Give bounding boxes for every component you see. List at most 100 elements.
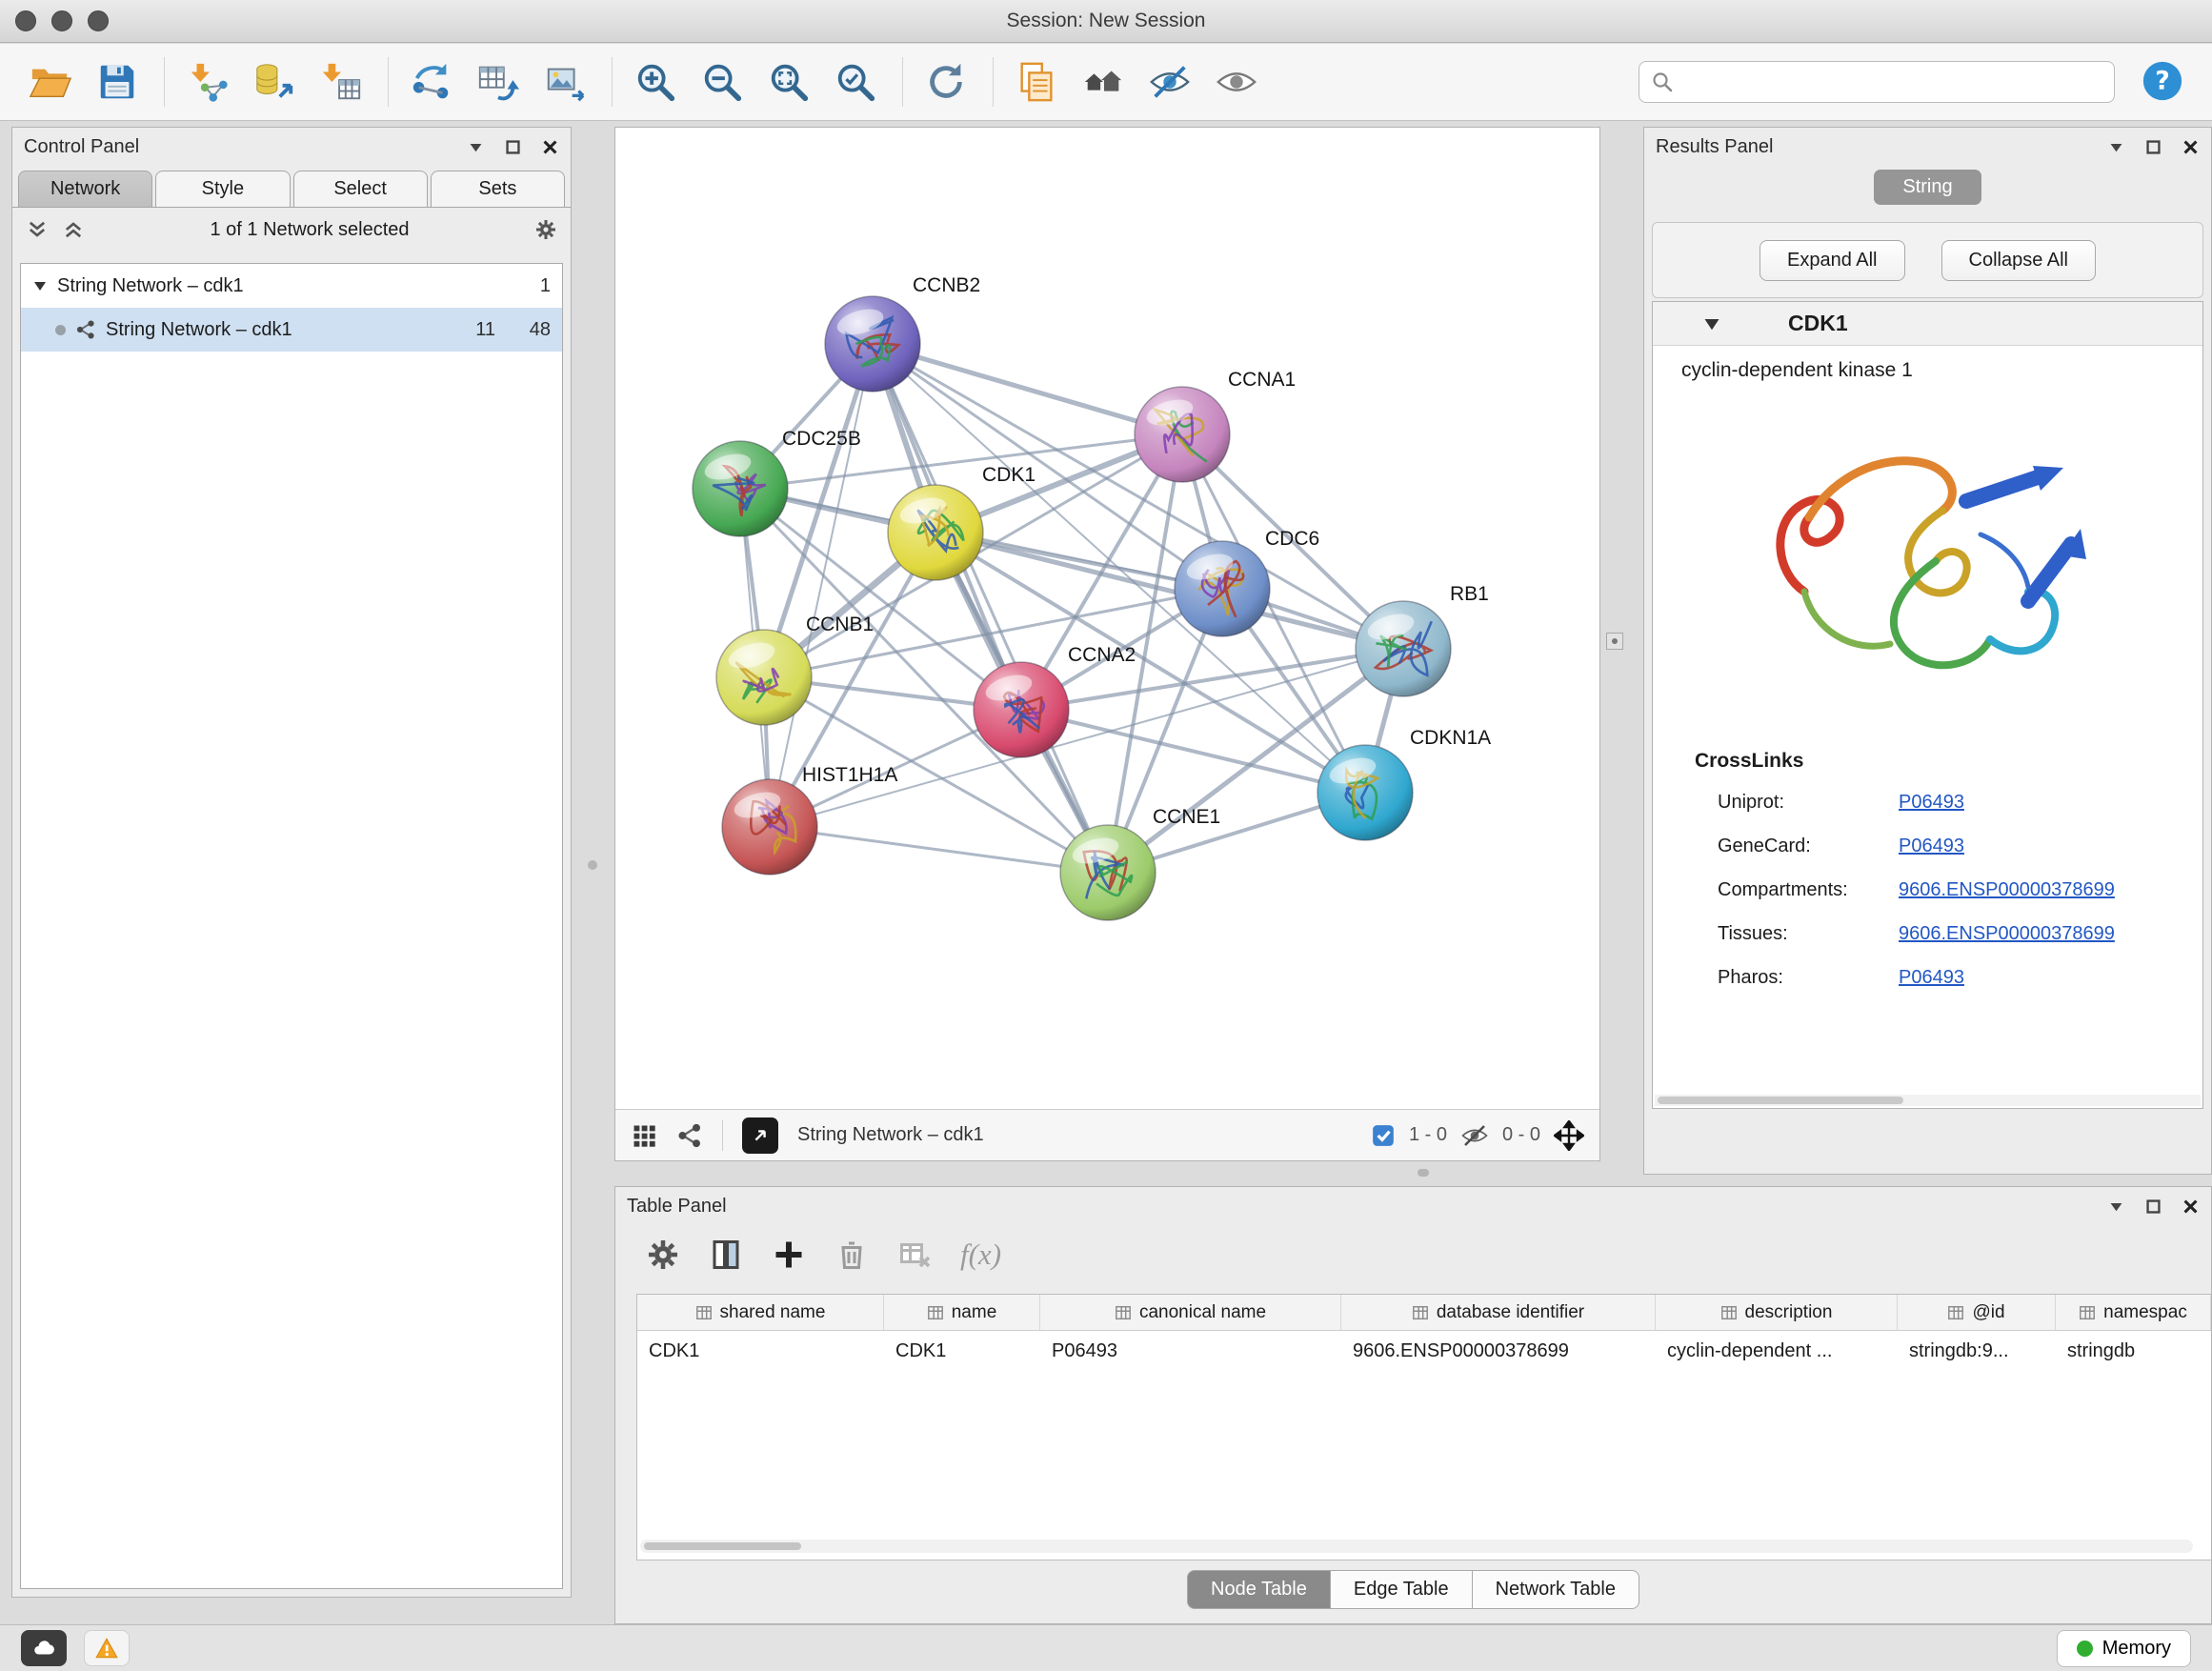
- import-network-database-button[interactable]: [247, 53, 302, 111]
- network-node-HIST1H1A[interactable]: HIST1H1A: [722, 764, 897, 875]
- network-from-table-button[interactable]: [471, 53, 526, 111]
- network-edge-RB1-HIST1H1A[interactable]: [770, 649, 1403, 827]
- network-node-CDK1[interactable]: CDK1: [888, 464, 1036, 580]
- import-table-button[interactable]: [313, 53, 369, 111]
- home-view-button[interactable]: [1076, 53, 1131, 111]
- splitter-handle[interactable]: [1418, 1169, 1429, 1177]
- cloud-button[interactable]: [21, 1630, 67, 1666]
- hidden-eye-slash-icon[interactable]: [1460, 1121, 1489, 1150]
- collapse-all-button[interactable]: Collapse All: [1941, 240, 2097, 281]
- results-scrollbar[interactable]: [1655, 1095, 2201, 1106]
- splitter-handle[interactable]: [588, 860, 597, 870]
- section-collapse-icon[interactable]: [1702, 314, 1721, 333]
- zoom-in-button[interactable]: [628, 53, 683, 111]
- grid-view-icon[interactable]: [631, 1122, 657, 1149]
- network-edge-HIST1H1A-CCNE1[interactable]: [770, 827, 1108, 873]
- network-node-CDKN1A[interactable]: CDKN1A: [1317, 727, 1491, 840]
- delete-table-button[interactable]: [897, 1238, 932, 1272]
- panel-menu-icon[interactable]: [2107, 1198, 2125, 1216]
- network-edge-CCNB2-CCNA1[interactable]: [873, 344, 1182, 434]
- function-builder-button[interactable]: f(x): [960, 1238, 1001, 1272]
- detach-view-button[interactable]: [742, 1117, 778, 1154]
- collapse-all-icon[interactable]: [26, 218, 49, 241]
- cell-shared-name[interactable]: CDK1: [637, 1340, 884, 1362]
- tab-network[interactable]: Network: [18, 171, 152, 207]
- network-node-CCNB1[interactable]: CCNB1: [716, 614, 874, 725]
- column-header-canonical-name[interactable]: canonical name: [1040, 1295, 1341, 1330]
- tab-style[interactable]: Style: [155, 171, 290, 207]
- select-columns-button[interactable]: [709, 1238, 743, 1272]
- cell-id[interactable]: stringdb:9...: [1898, 1340, 2056, 1362]
- copy-document-button[interactable]: [1009, 53, 1064, 111]
- save-session-button[interactable]: [90, 53, 145, 111]
- tab-sets[interactable]: Sets: [431, 171, 565, 207]
- refresh-button[interactable]: [918, 53, 974, 111]
- table-row[interactable]: CDK1 CDK1 P06493 9606.ENSP00000378699 cy…: [637, 1331, 2211, 1371]
- network-row[interactable]: String Network – cdk1 11 48: [21, 308, 562, 352]
- open-session-button[interactable]: [23, 53, 78, 111]
- cell-canonical-name[interactable]: P06493: [1040, 1340, 1341, 1362]
- crosslink-link-uniprot[interactable]: P06493: [1899, 792, 1964, 814]
- add-column-button[interactable]: [772, 1238, 806, 1272]
- cell-name[interactable]: CDK1: [884, 1340, 1040, 1362]
- warnings-button[interactable]: [84, 1630, 130, 1666]
- panel-menu-icon[interactable]: [467, 138, 485, 156]
- network-edge-CCNB2-CCNE1[interactable]: [873, 344, 1108, 873]
- pan-move-icon[interactable]: [1554, 1120, 1584, 1151]
- panel-float-icon[interactable]: [504, 138, 522, 156]
- cell-namespace[interactable]: stringdb: [2056, 1340, 2211, 1362]
- protein-section-header[interactable]: CDK1: [1653, 302, 2202, 346]
- search-input[interactable]: [1681, 71, 2102, 93]
- panel-close-icon[interactable]: [2182, 138, 2200, 156]
- zoom-out-button[interactable]: [694, 53, 750, 111]
- crosslink-link-genecard[interactable]: P06493: [1899, 836, 1964, 857]
- column-header-namespace[interactable]: namespac: [2056, 1295, 2211, 1330]
- column-header-name[interactable]: name: [884, 1295, 1040, 1330]
- cell-description[interactable]: cyclin-dependent ...: [1656, 1340, 1898, 1362]
- zoom-selected-button[interactable]: [828, 53, 883, 111]
- table-horizontal-scrollbar[interactable]: [640, 1540, 2193, 1553]
- tab-network-table[interactable]: Network Table: [1473, 1570, 1639, 1609]
- network-overview-icon[interactable]: [676, 1122, 703, 1149]
- window-minimize-button[interactable]: [51, 10, 72, 31]
- expand-all-icon[interactable]: [62, 218, 85, 241]
- window-close-button[interactable]: [15, 10, 36, 31]
- network-node-CCNA1[interactable]: CCNA1: [1135, 369, 1296, 482]
- network-node-RB1[interactable]: RB1: [1356, 583, 1489, 696]
- selected-checkbox-icon[interactable]: [1371, 1123, 1396, 1148]
- tab-select[interactable]: Select: [293, 171, 428, 207]
- help-button[interactable]: ?: [2140, 59, 2185, 105]
- panel-float-icon[interactable]: [2144, 138, 2162, 156]
- gear-icon[interactable]: [534, 218, 557, 241]
- show-all-button[interactable]: [1209, 53, 1264, 111]
- crosslink-link-pharos[interactable]: P06493: [1899, 967, 1964, 989]
- import-network-file-button[interactable]: [180, 53, 235, 111]
- splitter-handle[interactable]: [1606, 633, 1623, 650]
- column-header-description[interactable]: description: [1656, 1295, 1898, 1330]
- expand-all-button[interactable]: Expand All: [1760, 240, 1905, 281]
- crosslink-link-compartments[interactable]: 9606.ENSP00000378699: [1899, 879, 2115, 901]
- network-node-CDC6[interactable]: CDC6: [1175, 528, 1319, 636]
- new-network-button[interactable]: [404, 53, 459, 111]
- network-canvas[interactable]: CCNB2CCNA1CDC25BCDK1CDC6RB1CCNB1CCNA2CDK…: [615, 128, 1599, 1109]
- column-header-database-identifier[interactable]: database identifier: [1341, 1295, 1656, 1330]
- panel-float-icon[interactable]: [2144, 1198, 2162, 1216]
- crosslink-link-tissues[interactable]: 9606.ENSP00000378699: [1899, 923, 2115, 945]
- network-node-CCNB2[interactable]: CCNB2: [825, 274, 980, 392]
- tree-expand-icon[interactable]: [32, 278, 48, 293]
- hide-selected-button[interactable]: [1142, 53, 1197, 111]
- column-header-id[interactable]: @id: [1898, 1295, 2056, 1330]
- column-header-shared-name[interactable]: shared name: [637, 1295, 884, 1330]
- memory-button[interactable]: Memory: [2057, 1630, 2191, 1667]
- tab-string[interactable]: String: [1874, 170, 1981, 205]
- cell-database-identifier[interactable]: 9606.ENSP00000378699: [1341, 1340, 1656, 1362]
- panel-close-icon[interactable]: [2182, 1198, 2200, 1216]
- zoom-fit-button[interactable]: [761, 53, 816, 111]
- panel-menu-icon[interactable]: [2107, 138, 2125, 156]
- network-edge-CCNB2-HIST1H1A[interactable]: [770, 344, 873, 827]
- window-zoom-button[interactable]: [88, 10, 109, 31]
- export-image-button[interactable]: [537, 53, 593, 111]
- panel-close-icon[interactable]: [541, 138, 559, 156]
- table-settings-button[interactable]: [646, 1238, 680, 1272]
- tab-edge-table[interactable]: Edge Table: [1331, 1570, 1473, 1609]
